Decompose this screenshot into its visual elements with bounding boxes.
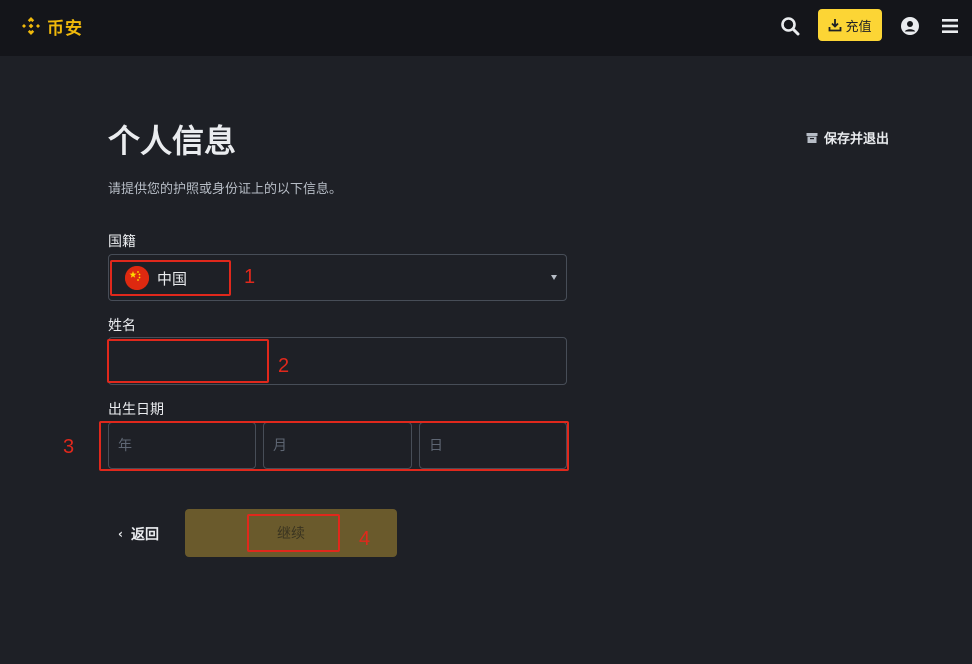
deposit-label: 充值 xyxy=(845,19,872,35)
page-title: 个人信息 xyxy=(108,122,237,160)
chevron-down-icon xyxy=(551,275,557,280)
birth-day-input[interactable] xyxy=(419,422,567,469)
birth-year-input[interactable] xyxy=(108,422,256,469)
birth-month-input[interactable] xyxy=(263,422,412,469)
back-button[interactable]: ‹ 返回 xyxy=(118,524,159,544)
continue-label: 继续 xyxy=(277,526,305,542)
china-flag-icon xyxy=(125,266,149,290)
binance-logo[interactable]: 币安 xyxy=(19,12,83,40)
save-and-exit-label: 保存并退出 xyxy=(824,132,890,147)
user-icon[interactable] xyxy=(899,15,921,37)
annotation-number-3: 3 xyxy=(63,436,75,458)
nationality-label: 国籍 xyxy=(108,234,136,250)
top-nav-bar: 币安 充值 xyxy=(0,0,972,56)
name-label: 姓名 xyxy=(108,318,136,334)
back-label: 返回 xyxy=(130,527,159,543)
search-icon[interactable] xyxy=(779,15,801,37)
chevron-left-icon: ‹ xyxy=(118,527,123,541)
dob-label: 出生日期 xyxy=(108,402,164,418)
logo-text: 币安 xyxy=(47,18,83,39)
nationality-select[interactable]: 中国 xyxy=(108,254,567,301)
deposit-button[interactable]: 充值 xyxy=(818,9,882,41)
annotation-number-2: 2 xyxy=(278,355,290,377)
save-and-exit-link[interactable]: 保存并退出 xyxy=(806,128,889,147)
page-subtitle: 请提供您的护照或身份证上的以下信息。 xyxy=(108,182,343,197)
annotation-number-4: 4 xyxy=(359,528,371,550)
nationality-value: 中国 xyxy=(157,270,188,288)
annotation-number-1: 1 xyxy=(244,266,256,288)
binance-logo-icon xyxy=(22,17,40,35)
name-input[interactable] xyxy=(108,337,567,385)
download-icon xyxy=(829,19,842,32)
archive-icon xyxy=(806,132,818,143)
menu-icon[interactable] xyxy=(939,15,961,37)
